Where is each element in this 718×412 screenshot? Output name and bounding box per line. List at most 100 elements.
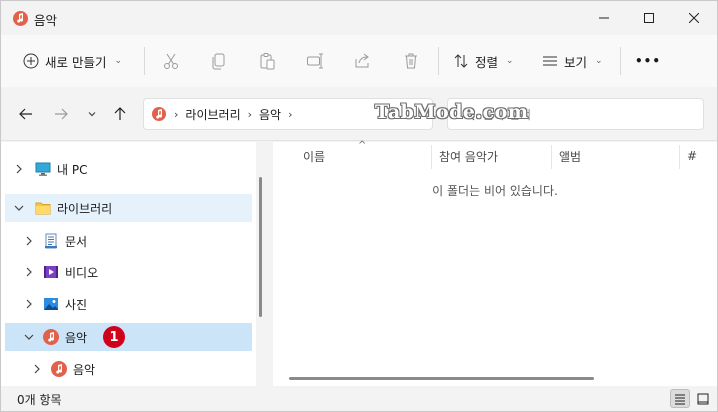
sort-ascending-icon: ^ — [358, 140, 367, 151]
nav-item-this-pc[interactable]: 내 PC — [5, 155, 252, 183]
explorer-window: 음악 새로 만들기 ⌄ 정렬 ⌄ 보기 ⌄ ••• › 라이브러리 › 음악 ›… — [0, 0, 718, 412]
chevron-down-icon[interactable] — [23, 331, 35, 343]
up-arrow-icon — [114, 107, 126, 120]
column-header-name[interactable]: 이름 — [303, 142, 325, 170]
chevron-right-icon: › — [288, 107, 293, 121]
minimize-icon — [598, 17, 609, 19]
nav-label: 음악 — [73, 363, 96, 377]
sort-icon — [454, 54, 468, 68]
cut-button[interactable] — [159, 49, 183, 73]
forward-arrow-icon — [55, 108, 68, 120]
command-bar: 새로 만들기 ⌄ 정렬 ⌄ 보기 ⌄ ••• — [1, 35, 717, 87]
toolbar-divider — [620, 47, 621, 75]
chevron-right-icon[interactable] — [13, 163, 25, 175]
nav-item-pictures[interactable]: 사진 — [5, 290, 252, 318]
pictures-icon — [44, 298, 58, 310]
maximize-button[interactable] — [626, 1, 671, 35]
nav-label: 문서 — [65, 235, 88, 249]
share-icon — [355, 53, 369, 68]
recent-locations-button[interactable] — [81, 103, 103, 125]
add-icon — [23, 53, 39, 69]
new-button-label: 새로 만들기 — [45, 54, 107, 70]
column-divider[interactable] — [431, 145, 432, 169]
column-header-number[interactable]: # — [687, 142, 697, 170]
delete-button[interactable] — [399, 49, 423, 73]
status-bar: 0개 항목 — [1, 386, 717, 411]
horizontal-scrollbar[interactable] — [289, 377, 594, 380]
empty-folder-message: 이 폴더는 비어 있습니다. — [432, 184, 558, 198]
column-divider[interactable] — [551, 145, 552, 169]
chevron-right-icon[interactable] — [23, 235, 35, 247]
music-icon — [152, 107, 166, 121]
view-icon — [543, 56, 557, 66]
close-icon — [688, 13, 699, 23]
column-label: 이름 — [303, 149, 326, 164]
toolbar-divider — [144, 47, 145, 75]
chevron-down-icon: ⌄ — [114, 56, 123, 66]
column-header-album[interactable]: 앨범 — [559, 142, 581, 170]
navigation-pane: 내 PC 라이브러리 문서 비디오 사진 음악 1 음악 — [1, 142, 256, 386]
copy-button[interactable] — [207, 49, 231, 73]
chevron-down-icon: ⌄ — [506, 56, 514, 66]
minimize-button[interactable] — [581, 1, 626, 35]
nav-item-music-folder[interactable]: 음악 — [5, 355, 252, 383]
new-button[interactable]: 새로 만들기 ⌄ — [23, 45, 122, 77]
video-icon — [44, 266, 58, 278]
title-bar: 음악 — [1, 1, 717, 35]
tiles-view-button[interactable] — [693, 389, 713, 408]
watermark-text: TabMode.com — [375, 101, 529, 123]
delete-icon — [405, 53, 417, 69]
nav-label: 라이브러리 — [57, 202, 113, 216]
breadcrumb-music[interactable]: 음악 — [259, 106, 281, 123]
view-label: 보기 — [564, 54, 588, 70]
column-divider[interactable] — [679, 145, 680, 169]
chevron-right-icon[interactable] — [23, 266, 35, 278]
toolbar-divider — [438, 47, 439, 75]
share-button[interactable] — [351, 49, 375, 73]
chevron-right-icon[interactable] — [23, 298, 35, 310]
item-count: 0개 항목 — [17, 393, 62, 407]
nav-label: 비디오 — [65, 266, 99, 280]
column-label: 앨범 — [559, 149, 582, 164]
chevron-right-icon[interactable] — [31, 363, 43, 375]
nav-item-libraries[interactable]: 라이브러리 — [5, 194, 252, 222]
chevron-down-icon: ⌄ — [595, 56, 603, 66]
nav-item-documents[interactable]: 문서 — [5, 227, 252, 255]
paste-button[interactable] — [255, 49, 279, 73]
tiles-view-icon — [697, 393, 709, 404]
paste-icon — [260, 53, 275, 70]
music-icon — [51, 361, 67, 377]
chevron-right-icon: › — [247, 107, 253, 121]
back-button[interactable] — [15, 103, 37, 125]
nav-item-music[interactable]: 음악 1 — [5, 323, 252, 351]
details-view-icon — [675, 394, 685, 404]
nav-label: 음악 — [65, 331, 88, 345]
column-label: # — [687, 149, 698, 163]
chevron-down-icon — [88, 112, 96, 117]
up-button[interactable] — [109, 103, 131, 125]
more-icon: ••• — [635, 54, 662, 68]
pc-icon — [35, 162, 51, 176]
nav-scrollbar[interactable] — [259, 177, 262, 317]
window-title: 음악 — [34, 13, 58, 28]
folder-icon — [35, 202, 51, 215]
view-button[interactable]: 보기 ⌄ — [542, 45, 603, 77]
column-label: 참여 음악가 — [439, 149, 499, 164]
cut-icon — [164, 53, 178, 69]
breadcrumb-library[interactable]: 라이브러리 — [185, 106, 240, 123]
sort-button[interactable]: 정렬 ⌄ — [453, 45, 514, 77]
forward-button[interactable] — [50, 103, 72, 125]
maximize-icon — [643, 13, 654, 23]
more-options-button[interactable]: ••• — [635, 45, 661, 77]
details-view-button[interactable] — [670, 389, 690, 408]
chevron-down-icon[interactable] — [13, 202, 25, 214]
step-badge: 1 — [103, 326, 125, 348]
column-header-artist[interactable]: 참여 음악가 — [439, 142, 498, 170]
copy-icon — [212, 53, 225, 70]
nav-label: 사진 — [65, 298, 88, 312]
nav-item-videos[interactable]: 비디오 — [5, 258, 252, 286]
address-row: › 라이브러리 › 음악 › 음악 검색 — [1, 87, 717, 141]
rename-button[interactable] — [303, 49, 327, 73]
chevron-right-icon: › — [174, 107, 179, 121]
close-button[interactable] — [671, 1, 716, 35]
